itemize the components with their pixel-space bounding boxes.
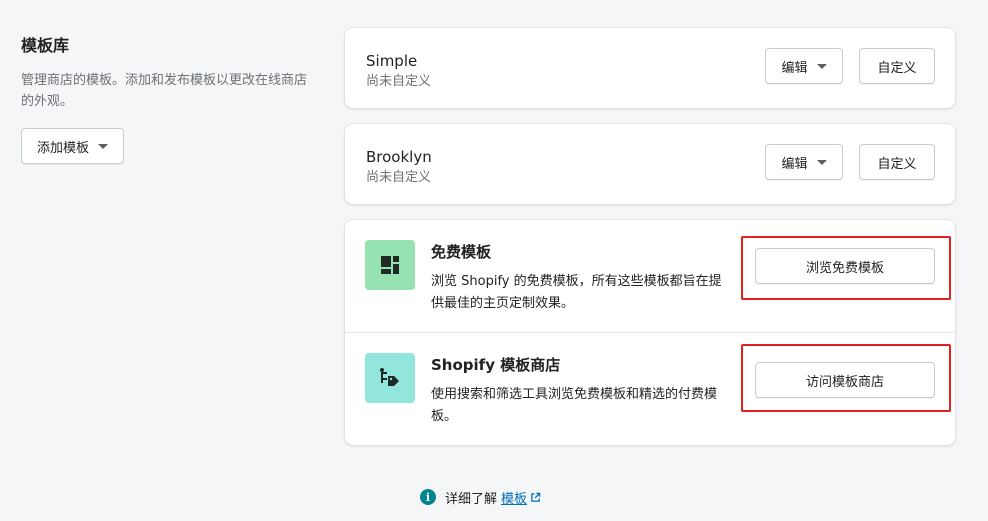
customize-button[interactable]: 自定义 (859, 144, 935, 180)
theme-store-section: Shopify 模板商店 使用搜索和筛选工具浏览免费模板和精选的付费模板。 访问… (345, 332, 955, 445)
theme-sources-card: 免费模板 浏览 Shopify 的免费模板，所有这些模板都旨在提供最佳的主页定制… (345, 220, 955, 445)
layout-blocks-icon (365, 240, 415, 290)
chevron-down-icon (816, 63, 827, 69)
learn-more-text: 详细了解 (445, 491, 498, 507)
customize-button[interactable]: 自定义 (859, 48, 935, 84)
theme-card-brooklyn: Brooklyn 尚未自定义 编辑 自定义 (345, 124, 955, 204)
free-themes-section: 免费模板 浏览 Shopify 的免费模板，所有这些模板都旨在提供最佳的主页定制… (345, 220, 955, 332)
edit-button[interactable]: 编辑 (765, 144, 843, 180)
section-title: 模板库 (21, 36, 70, 55)
customize-label: 自定义 (877, 156, 917, 172)
chevron-down-icon (816, 159, 827, 165)
edit-label: 编辑 (781, 156, 808, 172)
add-theme-label: 添加模板 (37, 140, 90, 156)
learn-more-footer: i 详细了解 模板 (420, 488, 541, 507)
section-description: 管理商店的模板。添加和发布模板以更改在线商店的外观。 (21, 73, 308, 109)
add-theme-button[interactable]: 添加模板 (21, 128, 125, 164)
store-tag-icon (365, 353, 415, 403)
theme-store-description: 使用搜索和筛选工具浏览免费模板和精选的付费模板。 (431, 387, 718, 424)
theme-name: Brooklyn (366, 148, 432, 166)
visit-theme-store-button[interactable]: 访问模板商店 (755, 362, 935, 398)
free-themes-title: 免费模板 (431, 243, 492, 261)
explore-free-themes-button[interactable]: 浏览免费模板 (755, 248, 935, 284)
external-link-icon (530, 492, 541, 503)
theme-status: 尚未自定义 (366, 74, 432, 89)
theme-store-title: Shopify 模板商店 (431, 356, 561, 374)
explore-free-themes-label: 浏览免费模板 (805, 260, 884, 276)
themes-help-link[interactable]: 模板 (501, 488, 527, 507)
theme-card-simple: Simple 尚未自定义 编辑 自定义 (345, 28, 955, 108)
free-themes-description: 浏览 Shopify 的免费模板，所有这些模板都旨在提供最佳的主页定制效果。 (431, 274, 722, 311)
theme-status: 尚未自定义 (366, 170, 432, 185)
customize-label: 自定义 (877, 60, 917, 76)
sidebar-panel: 模板库 管理商店的模板。添加和发布模板以更改在线商店的外观。 (21, 36, 321, 112)
chevron-down-icon (98, 143, 109, 149)
edit-label: 编辑 (781, 60, 808, 76)
theme-name: Simple (366, 52, 418, 70)
visit-theme-store-label: 访问模板商店 (805, 374, 884, 390)
edit-button[interactable]: 编辑 (765, 48, 843, 84)
info-icon: i (420, 489, 436, 505)
